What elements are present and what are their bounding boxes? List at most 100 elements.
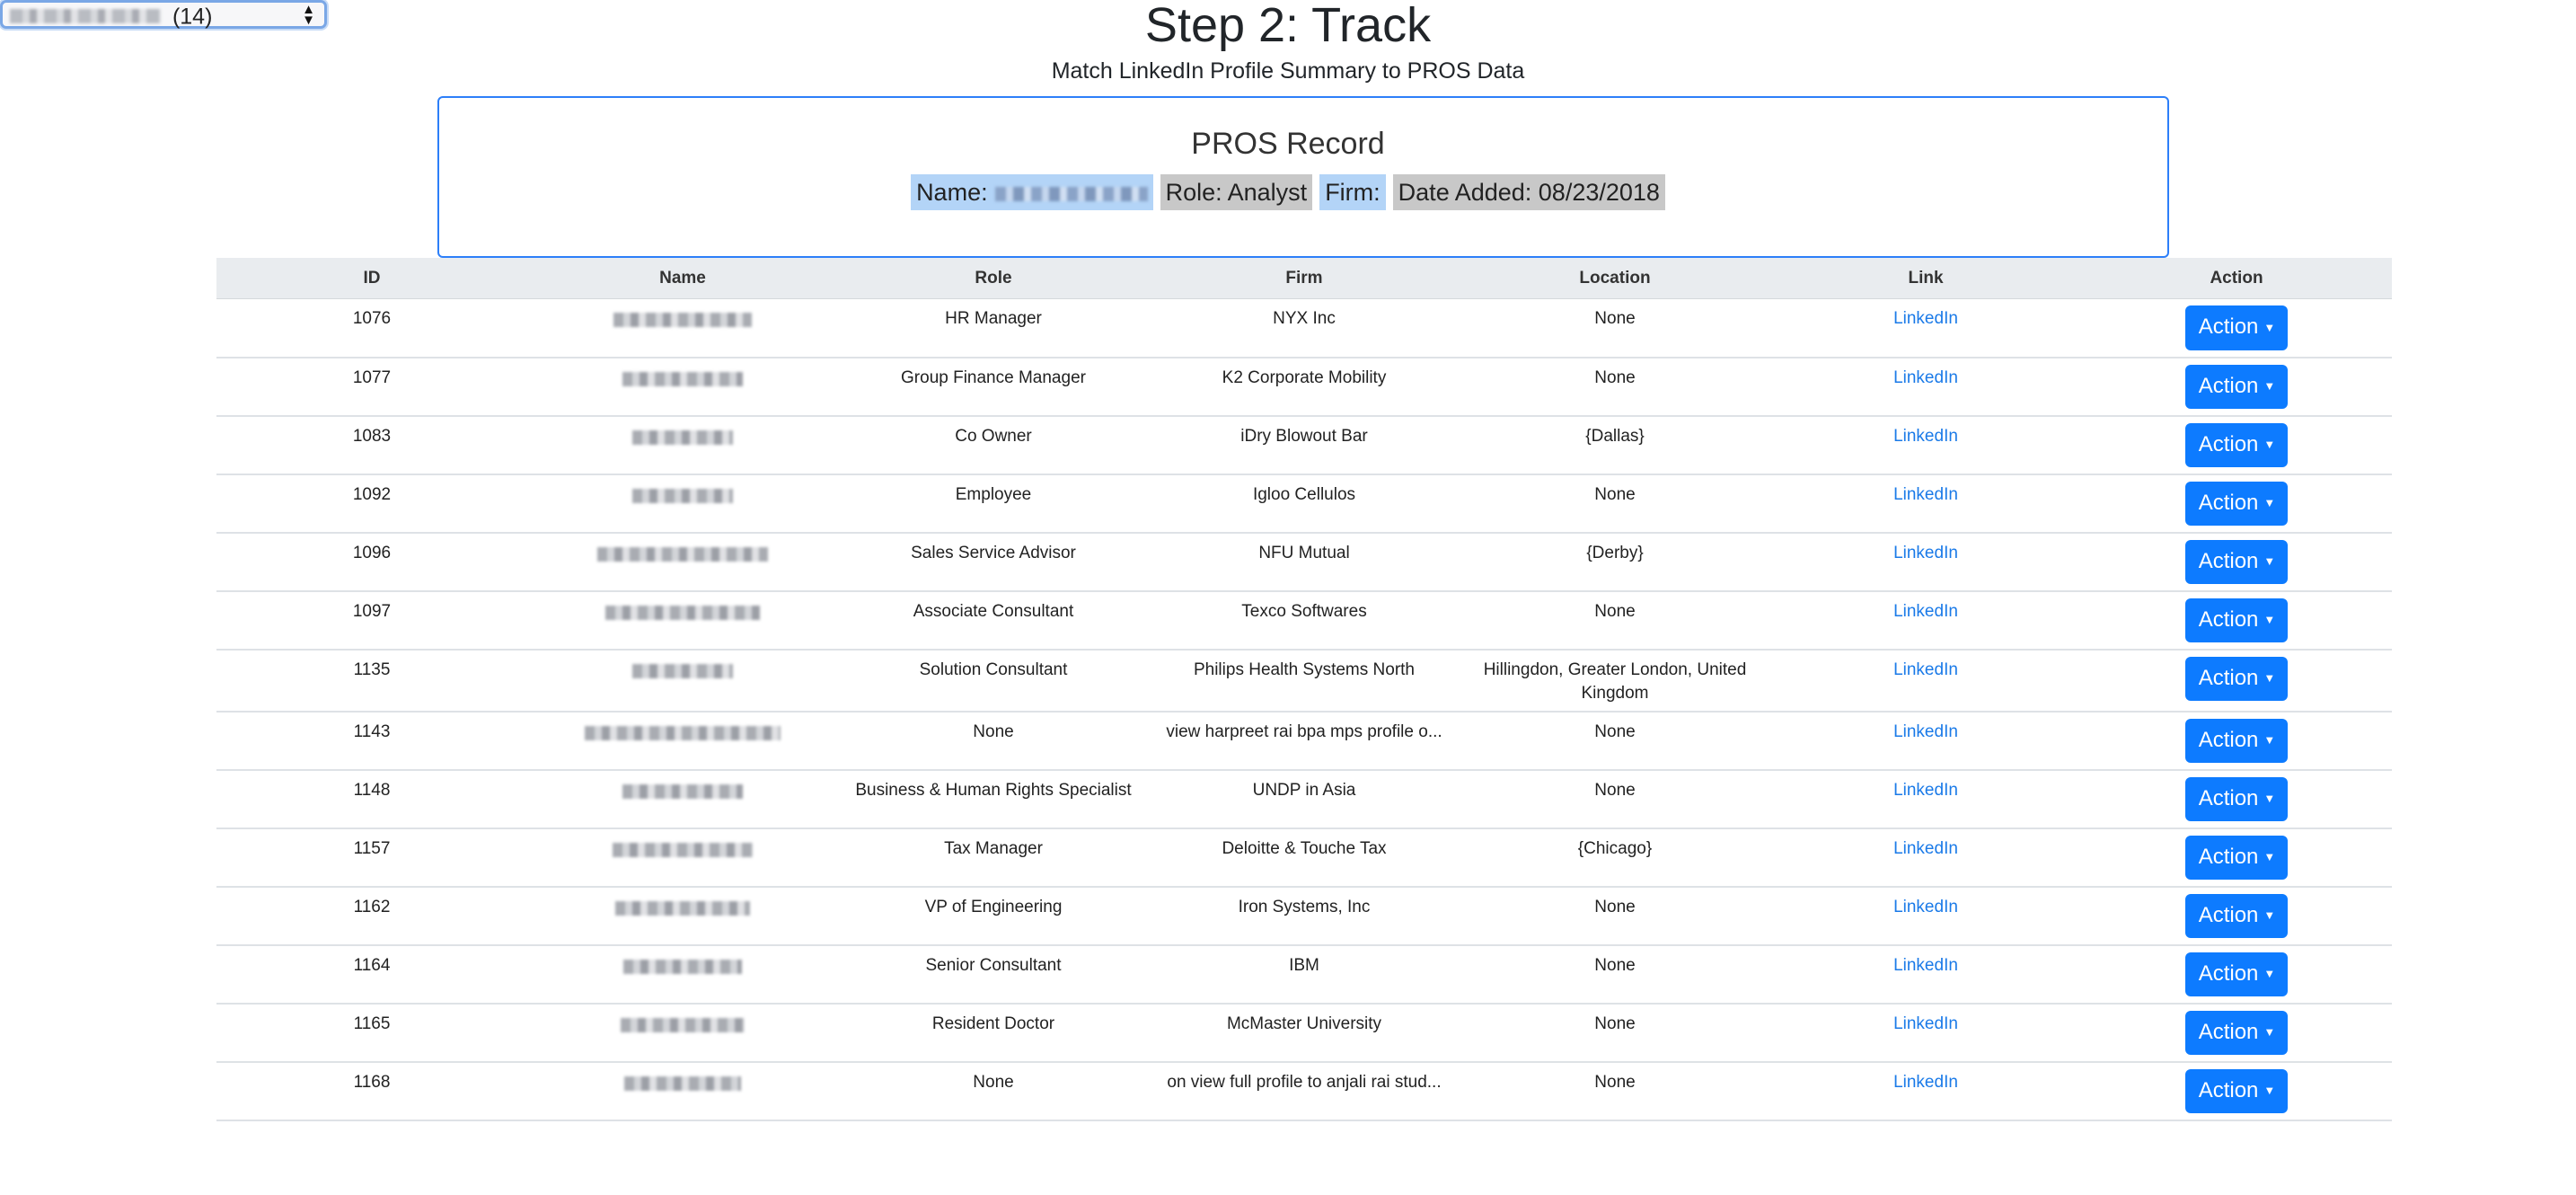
cell-name (527, 1003, 838, 1063)
table-row: 1096 Sales Service Advisor NFU Mutual {Derb… (216, 532, 2392, 592)
table-row: 1092 Employee Igloo Cellulos None LinkedIn Ac… (216, 474, 2392, 534)
linkedin-link[interactable]: LinkedIn (1893, 544, 1958, 562)
cell-location: {Dallas} (1460, 415, 1770, 475)
cell-location: None (1460, 298, 1770, 358)
cell-name (527, 357, 838, 417)
cell-role: Solution Consultant (838, 649, 1149, 713)
cell-role: Associate Consultant (838, 590, 1149, 651)
cell-id: 1143 (216, 711, 527, 771)
cell-id: 1168 (216, 1061, 527, 1121)
action-dropdown-button[interactable]: Action ▼ (2184, 835, 2289, 881)
cell-link: LinkedIn (1770, 769, 2081, 829)
cell-firm: iDry Blowout Bar (1149, 415, 1460, 475)
cell-id: 1076 (216, 298, 527, 358)
caret-down-icon: ▼ (2263, 496, 2276, 510)
cell-action: Action ▼ (2081, 357, 2392, 417)
linkedin-link[interactable]: LinkedIn (1893, 660, 1958, 679)
action-dropdown-button[interactable]: Action ▼ (2184, 776, 2289, 822)
cell-location: None (1460, 886, 1770, 946)
cell-location: None (1460, 769, 1770, 829)
redacted-name (632, 663, 733, 678)
action-dropdown-button[interactable]: Action ▼ (2184, 952, 2289, 997)
cell-location: None (1460, 1003, 1770, 1063)
caret-down-icon: ▼ (2263, 850, 2276, 864)
linkedin-link[interactable]: LinkedIn (1893, 722, 1958, 741)
action-button-label: Action (2198, 314, 2259, 339)
table-row: 1143 None view harpreet rai bpa mps profil… (216, 711, 2392, 771)
redacted-name (615, 900, 750, 916)
cell-id: 1148 (216, 769, 527, 829)
linkedin-link[interactable]: LinkedIn (1893, 427, 1958, 446)
redacted-name (605, 605, 760, 620)
caret-down-icon: ▼ (2263, 613, 2276, 627)
action-button-label: Action (2198, 373, 2259, 398)
cell-firm: UNDP in Asia (1149, 769, 1460, 829)
table-row: 1077 Group Finance Manager K2 Corporate Mo… (216, 357, 2392, 417)
linkedin-link[interactable]: LinkedIn (1893, 956, 1958, 975)
col-header-action: Action (2081, 258, 2392, 299)
redacted-name (621, 1017, 745, 1032)
cell-id: 1083 (216, 415, 527, 475)
cell-name (527, 532, 838, 592)
caret-down-icon: ▼ (2263, 554, 2276, 569)
action-dropdown-button[interactable]: Action ▼ (2184, 893, 2289, 939)
linkedin-link[interactable]: LinkedIn (1893, 485, 1958, 504)
caret-down-icon: ▼ (2263, 379, 2276, 394)
table-row: 1168 None on view full profile to anjali r… (216, 1061, 2392, 1121)
action-dropdown-button[interactable]: Action ▼ (2184, 656, 2289, 702)
linkedin-link[interactable]: LinkedIn (1893, 309, 1958, 328)
redacted-name (632, 488, 733, 503)
cell-role: Employee (838, 474, 1149, 534)
cell-location: None (1460, 357, 1770, 417)
cell-role: Business & Human Rights Specialist (838, 769, 1149, 829)
linkedin-link[interactable]: LinkedIn (1893, 898, 1958, 916)
action-dropdown-button[interactable]: Action ▼ (2184, 539, 2289, 585)
redacted-name (632, 429, 733, 445)
redacted-name (624, 1076, 741, 1091)
redacted-name (597, 546, 768, 562)
action-dropdown-button[interactable]: Action ▼ (2184, 1010, 2289, 1056)
linkedin-link[interactable]: LinkedIn (1893, 781, 1958, 800)
table-row: 1157 Tax Manager Deloitte & Touche Tax {Chi… (216, 828, 2392, 888)
cell-id: 1096 (216, 532, 527, 592)
cell-link: LinkedIn (1770, 590, 2081, 651)
cell-name (527, 649, 838, 713)
caret-down-icon: ▼ (2263, 792, 2276, 806)
linkedin-link[interactable]: LinkedIn (1893, 1073, 1958, 1092)
action-dropdown-button[interactable]: Action ▼ (2184, 305, 2289, 350)
cell-name (527, 828, 838, 888)
action-button-label: Action (2198, 902, 2259, 927)
cell-role: Co Owner (838, 415, 1149, 475)
linkedin-link[interactable]: LinkedIn (1893, 1014, 1958, 1033)
cell-role: Sales Service Advisor (838, 532, 1149, 592)
redacted-name (585, 725, 781, 740)
cell-role: VP of Engineering (838, 886, 1149, 946)
cell-link: LinkedIn (1770, 828, 2081, 888)
action-dropdown-button[interactable]: Action ▼ (2184, 598, 2289, 643)
action-dropdown-button[interactable]: Action ▼ (2184, 481, 2289, 527)
action-dropdown-button[interactable]: Action ▼ (2184, 1068, 2289, 1114)
col-header-firm: Firm (1149, 258, 1460, 299)
cell-link: LinkedIn (1770, 415, 2081, 475)
cell-firm: on view full profile to anjali rai stud.… (1149, 1061, 1460, 1121)
page-subtitle: Match LinkedIn Profile Summary to PROS D… (1051, 58, 1525, 84)
linkedin-link[interactable]: LinkedIn (1893, 602, 1958, 621)
cell-id: 1164 (216, 944, 527, 1005)
pros-name-field: Name: (911, 174, 1153, 210)
table-row: 1135 Solution Consultant Philips Health Sy… (216, 649, 2392, 713)
action-dropdown-button[interactable]: Action ▼ (2184, 718, 2289, 764)
cell-name (527, 711, 838, 771)
table-row: 1097 Associate Consultant Texco Softwares N… (216, 590, 2392, 651)
cell-id: 1077 (216, 357, 527, 417)
cell-firm: IBM (1149, 944, 1460, 1005)
cell-name (527, 769, 838, 829)
cell-role: Senior Consultant (838, 944, 1149, 1005)
linkedin-link[interactable]: LinkedIn (1893, 368, 1958, 387)
cell-id: 1092 (216, 474, 527, 534)
cell-action: Action ▼ (2081, 474, 2392, 534)
cell-firm: McMaster University (1149, 1003, 1460, 1063)
cell-firm: NYX Inc (1149, 298, 1460, 358)
action-dropdown-button[interactable]: Action ▼ (2184, 364, 2289, 410)
linkedin-link[interactable]: LinkedIn (1893, 839, 1958, 858)
action-dropdown-button[interactable]: Action ▼ (2184, 422, 2289, 468)
